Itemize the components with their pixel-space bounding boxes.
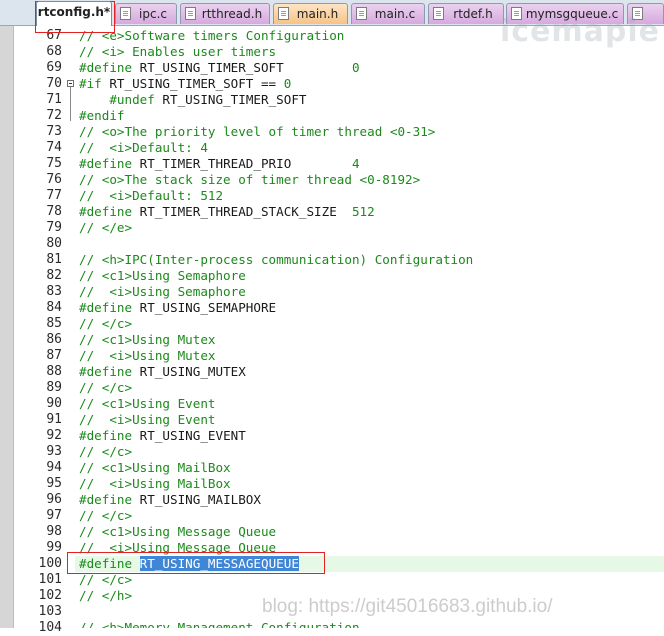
code-line[interactable]: // <c1>Using Semaphore (75, 268, 664, 284)
line-number: 94 (46, 460, 62, 475)
code-line[interactable]: #define RT_TIMER_THREAD_STACK_SIZE 512 (75, 204, 664, 220)
code-line[interactable]: // <o>The priority level of timer thread… (75, 124, 664, 140)
line-number: 100 (38, 556, 62, 571)
line-number: 68 (46, 44, 62, 59)
code-line[interactable]: // <i>Default: 512 (75, 188, 664, 204)
code-line[interactable]: #define RT_USING_MAILBOX (75, 492, 664, 508)
code-line[interactable]: // </c> (75, 380, 664, 396)
code-line[interactable]: // <c1>Using Mutex (75, 332, 664, 348)
line-number: 98 (46, 524, 62, 539)
code-line[interactable]: // </c> (75, 572, 664, 588)
code-line[interactable]: #define RT_TIMER_THREAD_PRIO 4 (75, 156, 664, 172)
line-number: 87 (46, 348, 62, 363)
fold-toggle-icon[interactable] (67, 80, 74, 87)
code-line[interactable]: #define RT_USING_EVENT (75, 428, 664, 444)
line-number: 81 (46, 252, 62, 267)
code-line[interactable]: #undef RT_USING_TIMER_SOFT (75, 92, 664, 108)
code-line[interactable]: // <i>Using Event (75, 412, 664, 428)
line-number: 99 (46, 540, 62, 555)
line-number: 69 (46, 60, 62, 75)
code-line[interactable]: // <h>IPC(Inter-process communication) C… (75, 252, 664, 268)
line-number: 88 (46, 364, 62, 379)
line-number: 71 (46, 92, 62, 107)
watermark-logo: icemapie (500, 14, 661, 49)
tab-label: rtthread.h (201, 7, 263, 21)
line-number: 75 (46, 156, 62, 171)
line-number: 91 (46, 412, 62, 427)
line-number: 72 (46, 108, 62, 123)
code-line[interactable]: #endif (75, 108, 664, 124)
code-line[interactable]: // </c> (75, 316, 664, 332)
line-number: 95 (46, 476, 62, 491)
line-number: 101 (38, 572, 62, 587)
tab-label: rtdef.h (453, 7, 493, 21)
tab-label: rtconfig.h* (37, 5, 111, 19)
code-line[interactable]: // <c1>Using Message Queue (75, 524, 664, 540)
tab-label: main.h (296, 7, 339, 21)
line-number: 82 (46, 268, 62, 283)
line-highlight-box (67, 552, 325, 574)
code-line[interactable]: #if RT_USING_TIMER_SOFT == 0 (75, 76, 664, 92)
tab-main-c[interactable]: main.c (351, 3, 425, 24)
line-number: 73 (46, 124, 62, 139)
code-line[interactable]: // </e> (75, 220, 664, 236)
code-line[interactable]: // </c> (75, 508, 664, 524)
line-number: 86 (46, 332, 62, 347)
line-number: 79 (46, 220, 62, 235)
code-line[interactable]: #define RT_USING_TIMER_SOFT 0 (75, 60, 664, 76)
line-number: 102 (38, 588, 62, 603)
line-number: 92 (46, 428, 62, 443)
line-number: 84 (46, 300, 62, 315)
code-line[interactable]: // <h>Memory Management Configuration (75, 620, 664, 628)
line-number: 76 (46, 172, 62, 187)
line-number: 77 (46, 188, 62, 203)
tab-label: main.c (374, 7, 416, 21)
tab-label: ipc.c (139, 7, 167, 21)
line-number: 83 (46, 284, 62, 299)
line-number: 97 (46, 508, 62, 523)
line-number: 80 (46, 236, 62, 251)
line-number: 78 (46, 204, 62, 219)
code-line[interactable] (75, 236, 664, 252)
code-line[interactable]: // </c> (75, 444, 664, 460)
code-line[interactable]: // <i>Default: 4 (75, 140, 664, 156)
line-number: 85 (46, 316, 62, 331)
blog-watermark: blog: https://git45016683.github.io/ (262, 596, 553, 617)
line-number: 90 (46, 396, 62, 411)
tab-main-h[interactable]: main.h (273, 3, 348, 24)
line-number: 104 (38, 620, 62, 635)
code-line[interactable]: // <c1>Using Event (75, 396, 664, 412)
fold-range-line (70, 87, 71, 121)
line-number: 96 (46, 492, 62, 507)
code-line[interactable]: #define RT_USING_SEMAPHORE (75, 300, 664, 316)
tab-rtdef-h[interactable]: rtdef.h (428, 3, 504, 24)
line-number: 89 (46, 380, 62, 395)
code-line[interactable]: #define RT_USING_MUTEX (75, 364, 664, 380)
tab-ipc-c[interactable]: ipc.c (115, 3, 177, 24)
breakpoint-margin[interactable] (0, 26, 14, 628)
tab-rtconfig-h[interactable]: rtconfig.h* (36, 1, 112, 26)
code-line[interactable]: // <c1>Using MailBox (75, 460, 664, 476)
code-line[interactable]: // <o>The stack size of timer thread <0-… (75, 172, 664, 188)
code-line[interactable]: // <i>Using Semaphore (75, 284, 664, 300)
line-number-gutter: 67 68 69 70 71 72 73 74 75 76 77 78 79 80 81 82 83 84 85 86… (0, 26, 75, 635)
line-number: 74 (46, 140, 62, 155)
tab-rtthread-h[interactable]: rtthread.h (180, 3, 270, 24)
code-line[interactable]: // <i>Using Mutex (75, 348, 664, 364)
line-number: 93 (46, 444, 62, 459)
code-line[interactable]: // <i>Using MailBox (75, 476, 664, 492)
line-number: 70 (46, 76, 62, 91)
line-number: 103 (38, 604, 62, 619)
code-editor[interactable]: // <e>Software timers Configuration// <i… (75, 26, 664, 628)
